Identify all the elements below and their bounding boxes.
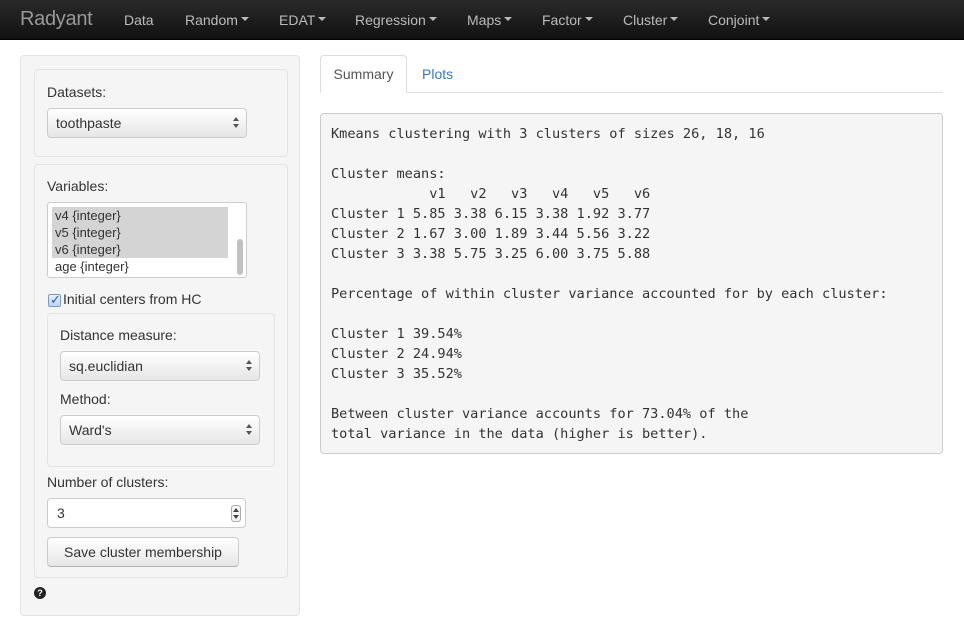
nav-factor[interactable]: Factor bbox=[542, 12, 593, 28]
nav-data[interactable]: Data bbox=[124, 12, 154, 28]
variables-label: Variables: bbox=[47, 178, 109, 194]
variables-listbox[interactable]: v4 {integer} v5 {integer} v6 {integer} a… bbox=[47, 202, 247, 278]
variable-option[interactable]: v4 {integer} bbox=[52, 207, 228, 224]
variable-option[interactable]: v6 {integer} bbox=[52, 241, 228, 258]
tab-plots[interactable]: Plots bbox=[422, 66, 453, 82]
nav-random[interactable]: Random bbox=[185, 12, 249, 28]
method-select-value: Ward's bbox=[69, 422, 112, 438]
nclusters-label: Number of clusters: bbox=[47, 474, 169, 490]
hc-options-well: Distance measure: sq.euclidian Method: W… bbox=[47, 313, 275, 467]
variable-option[interactable]: age {integer} bbox=[52, 258, 129, 275]
distance-label: Distance measure: bbox=[60, 327, 177, 343]
checkmark-icon: ✓ bbox=[50, 292, 61, 307]
variable-option[interactable]: v5 {integer} bbox=[52, 224, 228, 241]
summary-text: Kmeans clustering with 3 clusters of siz… bbox=[331, 126, 888, 442]
help-icon[interactable]: ? bbox=[34, 587, 46, 599]
save-cluster-membership-button[interactable]: Save cluster membership bbox=[47, 537, 239, 567]
top-navbar: Radyant Data Random EDAT Regression Maps… bbox=[0, 0, 964, 40]
select-arrows-icon bbox=[246, 359, 254, 373]
caret-down-icon bbox=[240, 17, 249, 22]
select-arrows-icon bbox=[233, 116, 241, 130]
tab-summary[interactable]: Summary bbox=[320, 55, 407, 93]
nav-edat[interactable]: EDAT bbox=[279, 12, 327, 28]
nclusters-input[interactable]: 3 bbox=[47, 498, 246, 528]
app-brand[interactable]: Radyant bbox=[20, 8, 93, 31]
caret-down-icon bbox=[428, 17, 437, 22]
tabs-underline bbox=[320, 92, 943, 93]
nav-maps[interactable]: Maps bbox=[467, 12, 513, 28]
method-select[interactable]: Ward's bbox=[60, 415, 260, 445]
sidebar-panel: Datasets: toothpaste Variables: v4 {inte… bbox=[20, 55, 300, 616]
dataset-select[interactable]: toothpaste bbox=[47, 108, 247, 138]
caret-down-icon bbox=[670, 17, 679, 22]
hc-checkbox[interactable]: ✓ bbox=[48, 292, 61, 307]
caret-down-icon bbox=[318, 17, 327, 22]
summary-output: Kmeans clustering with 3 clusters of siz… bbox=[320, 113, 943, 454]
nclusters-value: 3 bbox=[57, 505, 65, 521]
dataset-select-value: toothpaste bbox=[56, 115, 122, 131]
spinner-icon[interactable] bbox=[231, 505, 241, 522]
caret-down-icon bbox=[504, 17, 513, 22]
caret-down-icon bbox=[762, 17, 771, 22]
datasets-label: Datasets: bbox=[47, 84, 107, 100]
distance-select-value: sq.euclidian bbox=[69, 358, 143, 374]
caret-down-icon bbox=[584, 17, 593, 22]
distance-select[interactable]: sq.euclidian bbox=[60, 351, 260, 381]
listbox-scrollbar[interactable] bbox=[237, 239, 243, 275]
hc-checkbox-label[interactable]: Initial centers from HC bbox=[63, 291, 201, 307]
dataset-well: Datasets: toothpaste bbox=[34, 69, 288, 157]
nav-conjoint[interactable]: Conjoint bbox=[708, 12, 771, 28]
options-well: Variables: v4 {integer} v5 {integer} v6 … bbox=[34, 164, 288, 578]
select-arrows-icon bbox=[246, 423, 254, 437]
nav-cluster[interactable]: Cluster bbox=[623, 12, 679, 28]
method-label: Method: bbox=[60, 391, 111, 407]
nav-regression[interactable]: Regression bbox=[355, 12, 437, 28]
